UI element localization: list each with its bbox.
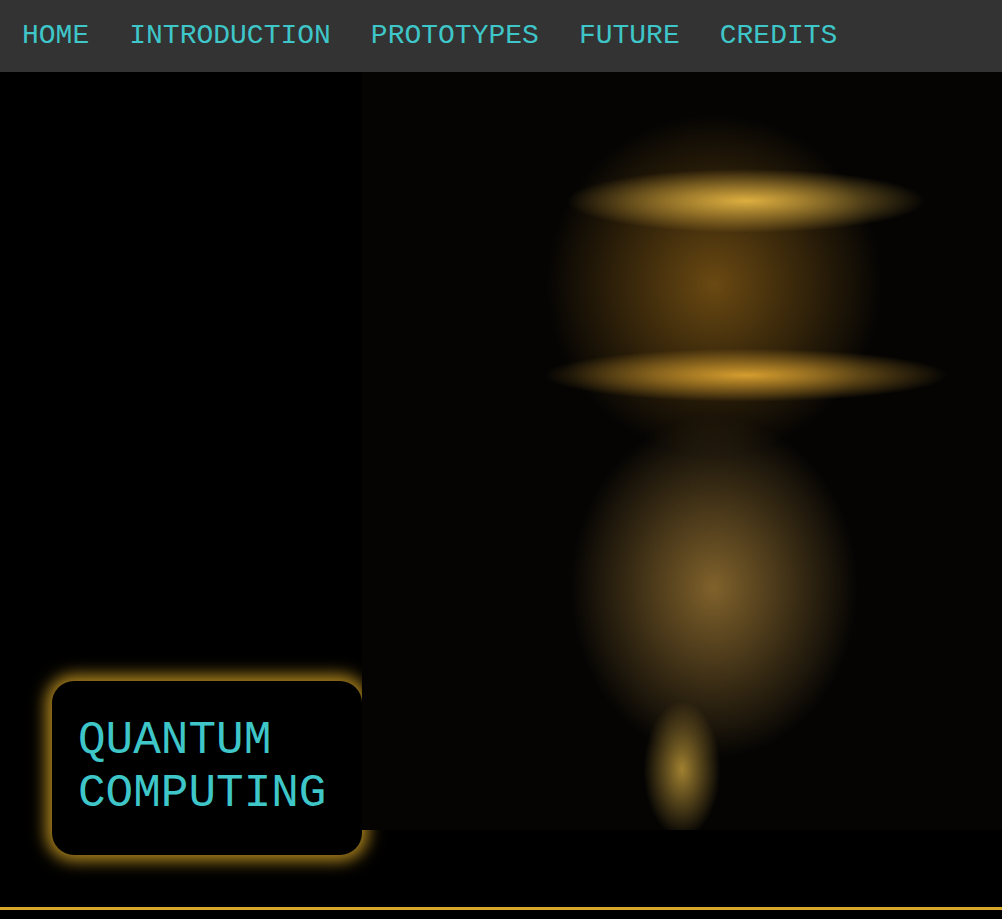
hero-title: QUANTUM COMPUTING	[78, 715, 336, 821]
nav-link[interactable]: FUTURE	[579, 19, 680, 53]
nav-link[interactable]: CREDITS	[720, 19, 838, 53]
nav-link[interactable]: HOME	[22, 19, 89, 53]
hero-photo	[362, 72, 1002, 830]
nav-link[interactable]: INTRODUCTION	[129, 19, 331, 53]
title-box: QUANTUM COMPUTING	[52, 681, 362, 855]
top-nav: HOME INTRODUCTION PROTOTYPES FUTURE CREDITS	[0, 0, 1002, 72]
hero: QUANTUM COMPUTING	[0, 72, 1002, 910]
hero-left: QUANTUM COMPUTING	[0, 72, 362, 907]
nav-link[interactable]: PROTOTYPES	[371, 19, 539, 53]
